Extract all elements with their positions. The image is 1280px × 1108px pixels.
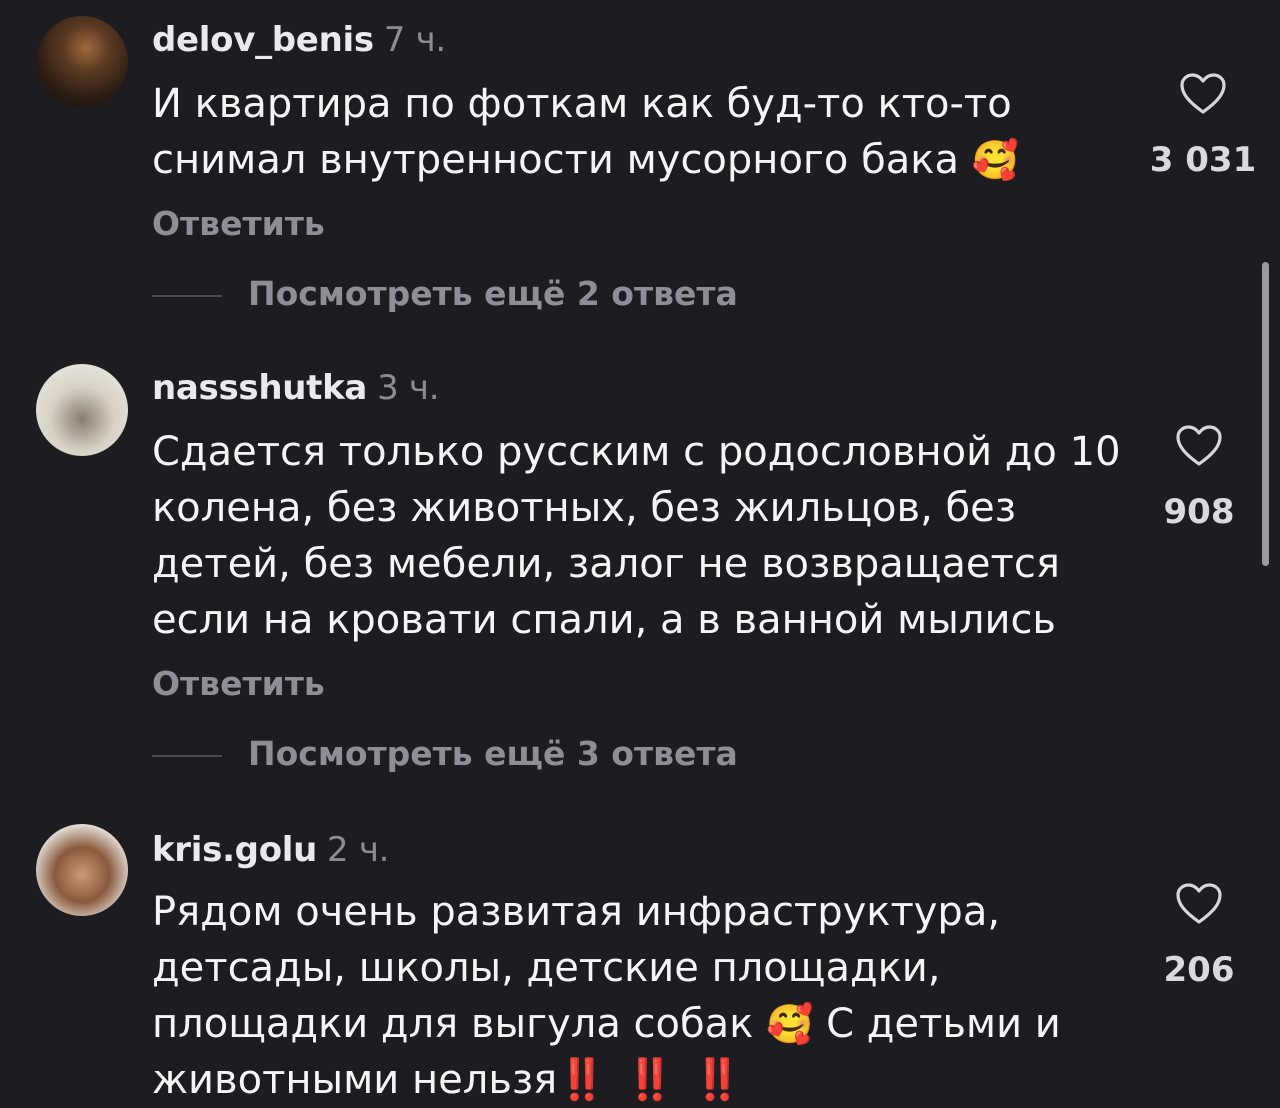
like-control: 908 bbox=[1144, 424, 1254, 532]
heart-outline-icon[interactable] bbox=[1144, 424, 1254, 468]
avatar[interactable] bbox=[36, 364, 128, 456]
divider-line bbox=[152, 754, 222, 757]
double-exclamation-icon: ‼️ ‼️ ‼️ bbox=[557, 1057, 745, 1103]
comment-text: Рядом очень развитая инфраструктура, дет… bbox=[152, 884, 1132, 1108]
comment-text: Сдается только русским с родословной до … bbox=[152, 424, 1132, 648]
divider-line bbox=[152, 294, 222, 297]
username-text[interactable]: delov_benis bbox=[152, 20, 374, 60]
scrollbar[interactable] bbox=[1262, 262, 1269, 566]
smiling-hearts-emoji: 🥰 bbox=[766, 1002, 814, 1046]
smiling-hearts-emoji: 🥰 bbox=[971, 138, 1020, 182]
comment-text-content: Сдается только русским с родословной до … bbox=[152, 429, 1121, 643]
view-more-replies-label[interactable]: Посмотреть ещё 2 ответа bbox=[248, 274, 738, 313]
view-more-replies[interactable]: Посмотреть ещё 3 ответа bbox=[152, 734, 738, 773]
like-count: 206 bbox=[1163, 950, 1235, 990]
avatar[interactable] bbox=[36, 16, 128, 108]
heart-outline-icon[interactable] bbox=[1148, 72, 1258, 116]
comment-time: 2 ч. bbox=[327, 830, 390, 870]
like-control: 3 031 bbox=[1148, 72, 1258, 180]
comment-text: И квартира по фоткам как буд-то кто-то с… bbox=[152, 76, 1132, 188]
comment-username[interactable]: delov_benis 7 ч. bbox=[152, 20, 446, 60]
view-more-replies[interactable]: Посмотреть ещё 2 ответа bbox=[152, 274, 738, 313]
comment-username[interactable]: kris.golu 2 ч. bbox=[152, 830, 389, 870]
comment-time: 3 ч. bbox=[377, 368, 440, 408]
comment-text-content: И квартира по фоткам как буд-то кто-то с… bbox=[152, 81, 1012, 183]
avatar[interactable] bbox=[36, 824, 128, 916]
comment-username[interactable]: nassshutka 3 ч. bbox=[152, 368, 440, 408]
heart-outline-icon[interactable] bbox=[1144, 882, 1254, 926]
like-count: 908 bbox=[1163, 492, 1235, 532]
comment-time: 7 ч. bbox=[383, 20, 446, 60]
reply-button[interactable]: Ответить bbox=[152, 204, 325, 243]
view-more-replies-label[interactable]: Посмотреть ещё 3 ответа bbox=[248, 734, 738, 773]
username-text[interactable]: nassshutka bbox=[152, 368, 367, 408]
like-control: 206 bbox=[1144, 882, 1254, 990]
username-text[interactable]: kris.golu bbox=[152, 830, 317, 870]
reply-button[interactable]: Ответить bbox=[152, 664, 325, 703]
like-count: 3 031 bbox=[1149, 140, 1257, 180]
